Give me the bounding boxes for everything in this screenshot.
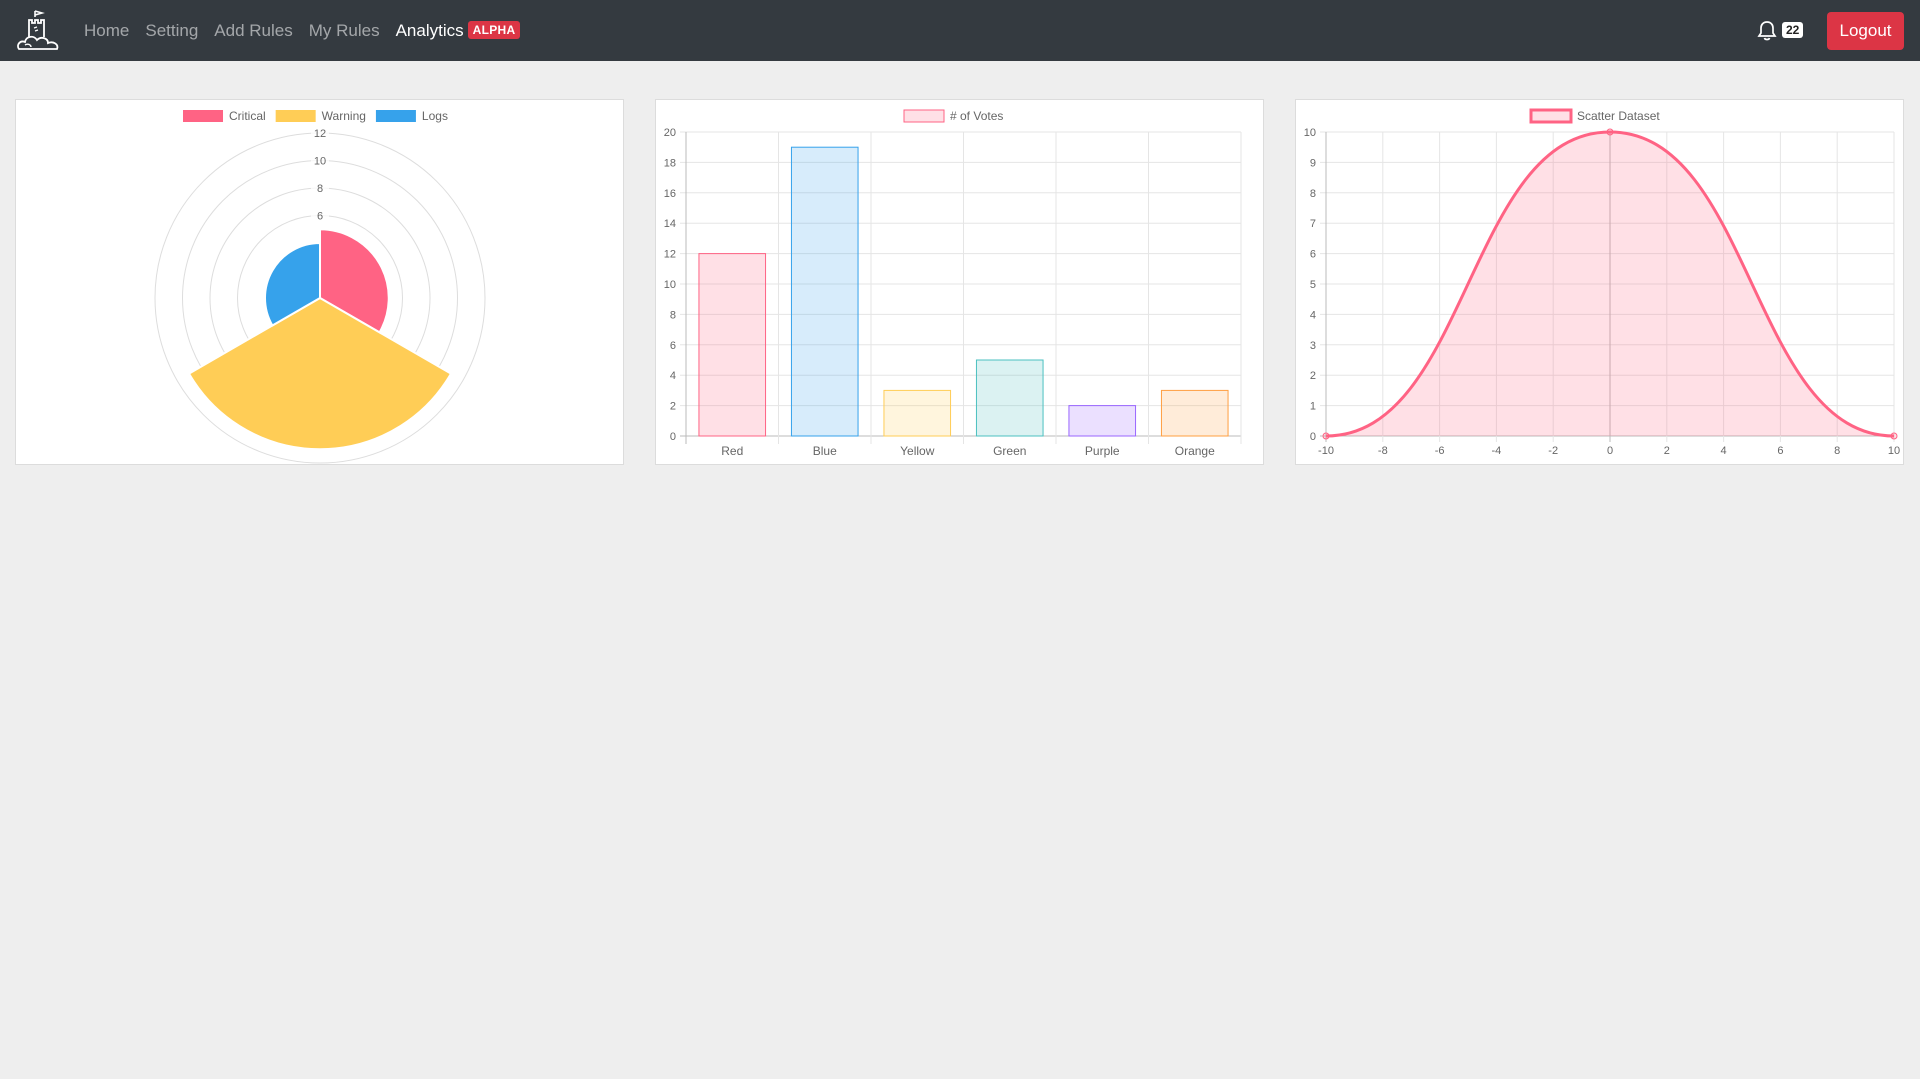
- bar-green: [975, 359, 1044, 437]
- y-tick-label: 14: [664, 218, 676, 230]
- x-tick-label: -2: [1548, 445, 1558, 457]
- x-tick-label: -4: [1492, 445, 1502, 457]
- nav-add-rules[interactable]: Add Rules: [214, 21, 292, 41]
- y-tick-label: 0: [1310, 431, 1316, 443]
- y-tick-label: 18: [664, 157, 676, 169]
- x-tick-label: 4: [1721, 445, 1727, 457]
- x-tick-label-purple: Purple: [1085, 444, 1120, 458]
- legend-label-warning: Warning: [322, 109, 366, 123]
- polar-tick-label: 6: [317, 211, 323, 223]
- y-tick-label: 4: [1310, 309, 1316, 321]
- nav-home[interactable]: Home: [84, 21, 129, 41]
- y-tick-label: 20: [664, 127, 676, 139]
- x-tick-label-green: Green: [993, 444, 1026, 458]
- y-tick-label: 1: [1310, 401, 1316, 413]
- y-tick-label: 3: [1310, 340, 1316, 352]
- bar-orange: [1160, 389, 1229, 437]
- y-tick-label: 5: [1310, 279, 1316, 291]
- polar-area-chart-card: Critical Warning Logs 6 8 10 12: [15, 99, 624, 465]
- nav-setting[interactable]: Setting: [145, 21, 198, 41]
- x-tick-label-orange: Orange: [1175, 444, 1215, 458]
- y-tick-label: 9: [1310, 157, 1316, 169]
- x-tick-label: -10: [1318, 445, 1334, 457]
- x-tick-label-yellow: Yellow: [900, 444, 935, 458]
- y-tick-label: 2: [1310, 370, 1316, 382]
- polar-tick-label: 12: [314, 128, 326, 140]
- notification-count: 22: [1782, 22, 1804, 38]
- bar-yellow: [883, 389, 952, 437]
- y-tick-label: 0: [670, 431, 676, 443]
- legend-swatch-critical: [183, 110, 223, 122]
- castle-cloud-logo-icon[interactable]: [15, 7, 61, 55]
- polar-tick-label: 8: [317, 183, 323, 195]
- legend-label-critical: Critical: [229, 109, 266, 123]
- y-tick-label: 6: [670, 340, 676, 352]
- x-tick-label: 0: [1607, 445, 1613, 457]
- legend-swatch-votes: [903, 109, 945, 123]
- legend-label-logs: Logs: [422, 109, 448, 123]
- legend-label-votes: # of Votes: [950, 109, 1003, 123]
- nav-analytics[interactable]: Analytics: [396, 21, 464, 41]
- x-tick-label-blue: Blue: [813, 444, 837, 458]
- bar-chart: # of Votes 0 2 4 6 8 10 12 14 16 18 20 Red Blue Yellow…: [664, 109, 1242, 458]
- x-tick-label: -6: [1435, 445, 1445, 457]
- polar-tick-label: 10: [314, 156, 326, 168]
- y-tick-label: 2: [670, 401, 676, 413]
- legend-swatch-logs: [375, 110, 416, 122]
- polar-area-chart: Critical Warning Logs 6 8 10 12: [154, 109, 486, 464]
- x-tick-label: -8: [1378, 445, 1388, 457]
- y-tick-label: 10: [664, 279, 676, 291]
- notifications[interactable]: 22: [1757, 20, 1807, 42]
- navbar: Home Setting Add Rules My Rules Analytic…: [0, 0, 1920, 61]
- y-tick-label: 6: [1310, 249, 1316, 261]
- y-tick-label: 8: [1310, 188, 1316, 200]
- logout-button[interactable]: Logout: [1827, 12, 1904, 50]
- bar-blue: [790, 146, 859, 437]
- data-point: [1606, 128, 1614, 136]
- bar-chart-card: # of Votes 0 2 4 6 8 10 12 14 16 18 20 Red Blue Yellow…: [655, 99, 1264, 465]
- y-tick-label: 7: [1310, 218, 1316, 230]
- alpha-badge: ALPHA: [467, 20, 521, 39]
- scatter-chart-card: Scatter Dataset 0 1 2 3 4 5 6 7 8 9 10 -10 -8 -6 -4 -2 0 2…: [1295, 99, 1904, 465]
- data-point: [1322, 432, 1330, 440]
- x-tick-label: 10: [1888, 445, 1900, 457]
- bar-red: [698, 253, 767, 437]
- y-tick-label: 4: [670, 370, 676, 382]
- x-tick-label: 6: [1777, 445, 1783, 457]
- scatter-line-chart: Scatter Dataset 0 1 2 3 4 5 6 7 8 9 10 -10 -8 -6 -4 -2 0 2…: [1304, 108, 1900, 457]
- bar-purple: [1068, 405, 1137, 437]
- y-tick-label: 12: [664, 249, 676, 261]
- y-tick-label: 10: [1304, 127, 1316, 139]
- data-point: [1890, 432, 1898, 440]
- y-tick-label: 16: [664, 188, 676, 200]
- x-tick-label-red: Red: [721, 444, 743, 458]
- y-tick-label: 8: [670, 309, 676, 321]
- legend-swatch-scatter: [1529, 108, 1573, 124]
- x-tick-label: 8: [1834, 445, 1840, 457]
- polar-segment-warning: [187, 296, 453, 451]
- nav-my-rules[interactable]: My Rules: [309, 21, 380, 41]
- x-tick-label: 2: [1664, 445, 1670, 457]
- legend-label-scatter: Scatter Dataset: [1577, 109, 1660, 123]
- legend-swatch-warning: [275, 110, 316, 122]
- bell-icon[interactable]: [1757, 20, 1777, 42]
